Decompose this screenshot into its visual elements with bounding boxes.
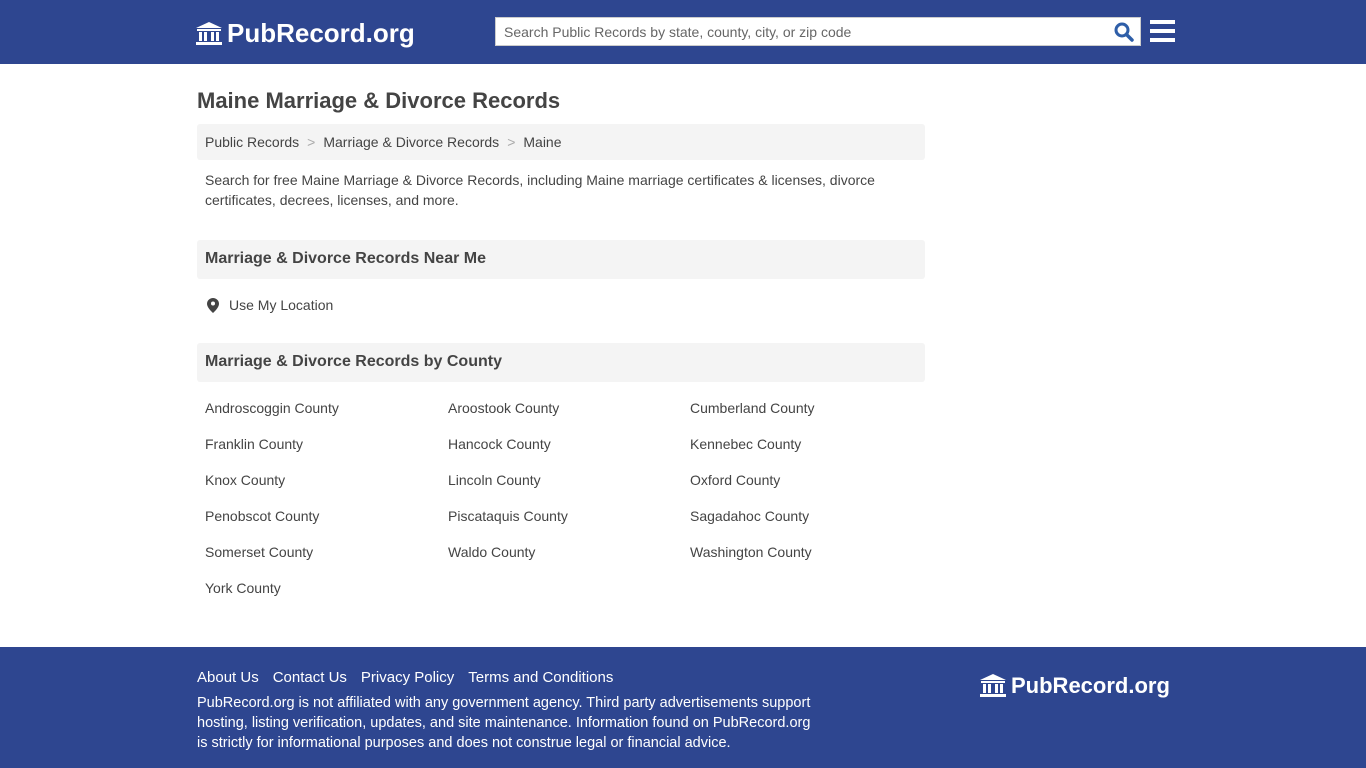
county-link[interactable]: Androscoggin County <box>205 398 448 418</box>
county-link[interactable]: York County <box>205 578 448 598</box>
site-footer: About Us Contact Us Privacy Policy Terms… <box>0 647 1366 768</box>
search-box <box>495 17 1141 46</box>
search-input[interactable] <box>496 18 1096 45</box>
near-me-heading: Marriage & Divorce Records Near Me <box>197 240 925 279</box>
county-link[interactable]: Oxford County <box>690 470 930 490</box>
footer-about-us[interactable]: About Us <box>197 669 259 686</box>
county-link[interactable]: Hancock County <box>448 434 690 454</box>
site-header: PubRecord.org <box>0 0 1366 64</box>
county-link[interactable]: Penobscot County <box>205 506 448 526</box>
footer-logo-text: PubRecord.org <box>1011 673 1170 698</box>
county-link[interactable]: Piscataquis County <box>448 506 690 526</box>
county-link[interactable]: Washington County <box>690 542 930 562</box>
use-my-location-link[interactable]: Use My Location <box>207 297 333 313</box>
county-link[interactable]: Lincoln County <box>448 470 690 490</box>
breadcrumb-maine[interactable]: Maine <box>523 134 561 150</box>
breadcrumb-separator: > <box>507 134 516 150</box>
county-link[interactable]: Franklin County <box>205 434 448 454</box>
breadcrumb-marriage-divorce[interactable]: Marriage & Divorce Records <box>323 134 499 150</box>
footer-privacy-policy[interactable]: Privacy Policy <box>361 669 454 686</box>
map-marker-icon <box>207 297 219 313</box>
logo-text: PubRecord.org <box>227 18 415 48</box>
page-title: Maine Marriage & Divorce Records <box>197 88 561 113</box>
page-description: Search for free Maine Marriage & Divorce… <box>205 172 875 208</box>
county-link[interactable]: Cumberland County <box>690 398 930 418</box>
county-link[interactable]: Aroostook County <box>448 398 690 418</box>
county-list: Androscoggin County Aroostook County Cumbe… <box>205 398 930 598</box>
search-icon[interactable] <box>1114 22 1134 42</box>
footer-contact-us[interactable]: Contact Us <box>273 669 347 686</box>
county-link[interactable]: Sagadahoc County <box>690 506 930 526</box>
by-county-heading: Marriage & Divorce Records by County <box>197 343 925 382</box>
site-logo[interactable]: PubRecord.org <box>195 18 415 49</box>
footer-logo[interactable]: PubRecord.org <box>979 673 1170 699</box>
county-link[interactable]: Waldo County <box>448 542 690 562</box>
county-link[interactable]: Knox County <box>205 470 448 490</box>
footer-links: About Us Contact Us Privacy Policy Terms… <box>197 669 613 686</box>
county-link[interactable]: Kennebec County <box>690 434 930 454</box>
breadcrumb-separator: > <box>307 134 316 150</box>
footer-disclaimer: PubRecord.org is not affiliated with any… <box>197 695 811 751</box>
county-link[interactable]: Somerset County <box>205 542 448 562</box>
courthouse-icon <box>196 21 222 45</box>
breadcrumb: Public Records > Marriage & Divorce Record… <box>197 124 925 160</box>
breadcrumb-public-records[interactable]: Public Records <box>205 134 299 150</box>
use-my-location-label: Use My Location <box>229 297 334 313</box>
hamburger-menu-icon[interactable] <box>1150 20 1175 42</box>
footer-terms[interactable]: Terms and Conditions <box>468 669 613 686</box>
courthouse-icon <box>980 674 1006 697</box>
